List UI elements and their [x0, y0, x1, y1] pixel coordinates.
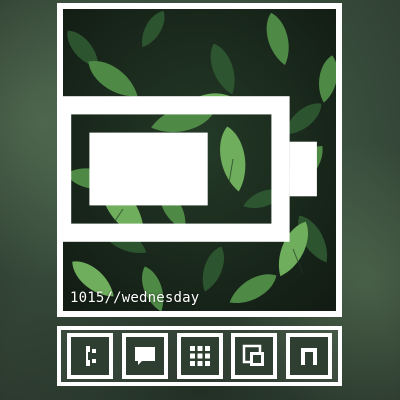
messages-app-button[interactable]	[121, 333, 168, 379]
wallpaper-photo-widget: 1015//wednesday	[57, 3, 342, 317]
grid-icon	[189, 346, 210, 366]
gallery-app-button[interactable]	[231, 333, 278, 379]
music-icon	[301, 348, 317, 365]
app-grid-button[interactable]	[176, 333, 223, 379]
app-dock	[57, 326, 342, 386]
date-label: 1015//wednesday	[70, 290, 200, 306]
message-icon	[134, 347, 155, 365]
battery-icon	[63, 96, 317, 242]
phone-icon	[86, 346, 96, 366]
phone-app-button[interactable]	[67, 333, 113, 379]
gallery-icon	[243, 344, 265, 366]
music-app-button[interactable]	[286, 333, 332, 379]
